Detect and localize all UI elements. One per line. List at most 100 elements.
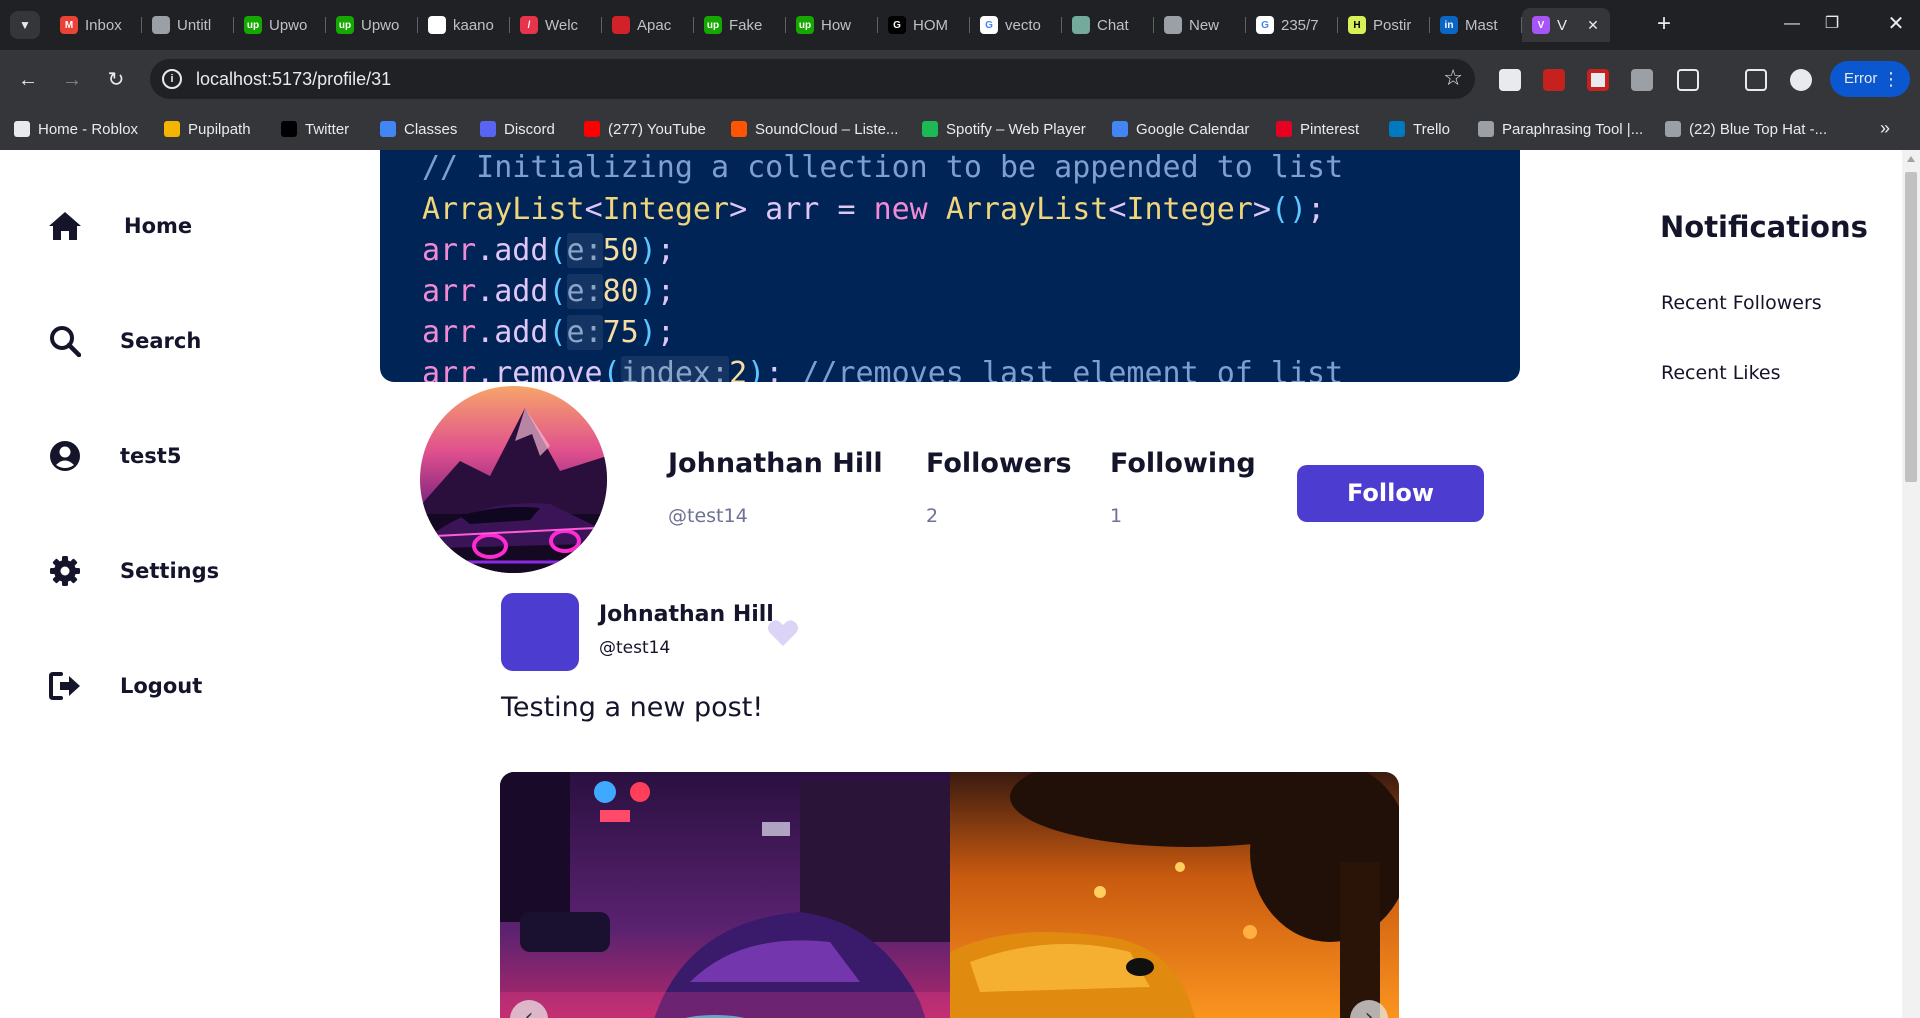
- like-heart-icon[interactable]: [767, 618, 799, 648]
- bookmark-label: (22) Blue Top Hat -...: [1689, 120, 1828, 138]
- tab-title: HOM: [913, 16, 948, 34]
- minimize-button[interactable]: —: [1772, 10, 1812, 38]
- browser-tab[interactable]: up Upwo: [326, 8, 418, 42]
- bookmark-favicon-icon: [584, 121, 600, 137]
- sidebar-item-profile[interactable]: test5: [48, 436, 181, 476]
- browser-tab[interactable]: M Inbox: [50, 8, 142, 42]
- bookmark-label: (277) YouTube: [608, 120, 706, 138]
- back-icon[interactable]: ←: [14, 66, 42, 94]
- chrome-icon: [1164, 16, 1182, 34]
- bookmark-favicon-icon: [1665, 121, 1681, 137]
- sidebar-item-label: test5: [120, 444, 182, 468]
- bookmark-item[interactable]: Home - Roblox: [14, 118, 138, 140]
- browser-tab[interactable]: up Fake: [694, 8, 786, 42]
- tab-title: kaano: [453, 16, 494, 34]
- followers-label[interactable]: Followers: [926, 448, 1072, 479]
- browser-tab-strip: ▼ M Inbox Untitl up Upwo up Upwo kaano / Welc Apac…: [0, 0, 1920, 50]
- bookmark-item[interactable]: SoundCloud – Liste...: [731, 118, 898, 140]
- browser-tab[interactable]: G 235/7: [1246, 8, 1338, 42]
- bookmark-item[interactable]: Discord: [480, 118, 555, 140]
- bookmark-item[interactable]: Trello: [1389, 118, 1450, 140]
- sidebar-item-settings[interactable]: Settings: [48, 551, 219, 591]
- url-text[interactable]: localhost:5173/profile/31: [196, 69, 391, 90]
- browser-tab[interactable]: Gvecto: [970, 8, 1062, 42]
- browser-tab[interactable]: Untitl: [142, 8, 234, 42]
- profile-avatar-icon[interactable]: [1790, 69, 1812, 91]
- bookmark-item[interactable]: Pinterest: [1276, 118, 1359, 140]
- page-scrollbar[interactable]: [1902, 150, 1920, 1018]
- sidebar-item-search[interactable]: Search: [48, 321, 201, 361]
- browser-tab[interactable]: New: [1154, 8, 1246, 42]
- recent-likes-link[interactable]: Recent Likes: [1661, 362, 1780, 384]
- profile-name: Johnathan Hill: [668, 448, 883, 479]
- upwork-icon: up: [704, 16, 722, 34]
- bookmark-label: Pinterest: [1300, 120, 1360, 138]
- site-info-icon[interactable]: i: [162, 69, 182, 89]
- bookmark-label: Home - Roblox: [38, 120, 139, 138]
- tab-search-button[interactable]: ▼: [10, 11, 40, 39]
- code-line: arr.remove(index:2); //removes last elem…: [422, 356, 1343, 382]
- extension-icon[interactable]: [1631, 69, 1653, 91]
- notifications-title: Notifications: [1660, 210, 1868, 244]
- follow-button[interactable]: Follow: [1297, 465, 1484, 522]
- tab-list: M Inbox Untitl up Upwo up Upwo kaano / Welc Apac up…: [50, 8, 1610, 42]
- slash-icon: /: [520, 16, 538, 34]
- browser-tab[interactable]: Apac: [602, 8, 694, 42]
- bookmark-item[interactable]: Twitter: [281, 118, 349, 140]
- profile-handle: @test14: [668, 505, 748, 527]
- tab-title: Postir: [1373, 16, 1412, 34]
- browser-tab[interactable]: up Upwo: [234, 8, 326, 42]
- bookmark-favicon-icon: [281, 121, 297, 137]
- bookmark-star-icon[interactable]: ☆: [1443, 65, 1463, 91]
- scroll-up-icon[interactable]: [1907, 156, 1915, 162]
- bookmark-favicon-icon: [14, 121, 30, 137]
- more-bookmarks-icon[interactable]: »: [1880, 118, 1890, 139]
- extensions-puzzle-icon[interactable]: [1677, 69, 1699, 91]
- bookmark-item[interactable]: Pupilpath: [164, 118, 251, 140]
- restore-button[interactable]: ❐: [1812, 10, 1852, 38]
- post-author-handle: @test14: [599, 638, 671, 658]
- bookmark-label: Paraphrasing Tool |...: [1502, 120, 1644, 138]
- bookmark-item[interactable]: (22) Blue Top Hat -...: [1665, 118, 1827, 140]
- browser-tab[interactable]: in Mast: [1430, 8, 1522, 42]
- profile-error-button[interactable]: Error ⋮: [1830, 61, 1910, 97]
- code-line: arr.add(e:75);: [422, 315, 675, 350]
- browser-tab[interactable]: kaano: [418, 8, 510, 42]
- recent-followers-link[interactable]: Recent Followers: [1661, 292, 1822, 314]
- bookmark-item[interactable]: Google Calendar: [1112, 118, 1249, 140]
- bookmark-item[interactable]: Classes: [380, 118, 457, 140]
- chatgpt-icon: [1072, 16, 1090, 34]
- reload-icon[interactable]: ↻: [102, 66, 130, 94]
- bookmark-item[interactable]: (277) YouTube: [584, 118, 706, 140]
- scrollbar-thumb[interactable]: [1905, 172, 1917, 482]
- tab-title: Chat: [1097, 16, 1129, 34]
- sidebar-item-home[interactable]: Home: [48, 206, 192, 246]
- bookmark-item[interactable]: Spotify – Web Player: [922, 118, 1086, 140]
- extension-icon[interactable]: [1543, 69, 1565, 91]
- tab-title: Inbox: [85, 16, 122, 34]
- bookmark-item[interactable]: Paraphrasing Tool |...: [1478, 118, 1643, 140]
- new-tab-button[interactable]: +: [1650, 10, 1678, 38]
- browser-tab[interactable]: Chat: [1062, 8, 1154, 42]
- bookmark-favicon-icon: [164, 121, 180, 137]
- browser-tab[interactable]: V V ✕: [1522, 8, 1610, 42]
- close-window-button[interactable]: ✕: [1876, 10, 1916, 38]
- browser-tab[interactable]: / Welc: [510, 8, 602, 42]
- extension-icon[interactable]: [1587, 69, 1609, 91]
- globe-icon: [152, 16, 170, 34]
- extension-icon[interactable]: [1499, 69, 1521, 91]
- address-bar[interactable]: i localhost:5173/profile/31 ☆: [150, 59, 1475, 99]
- browser-tab[interactable]: up How: [786, 8, 878, 42]
- bookmarks-bar: » Home - Roblox Pupilpath Twitter Classes Di…: [0, 108, 1920, 150]
- bookmark-label: Twitter: [305, 120, 350, 138]
- side-panel-icon[interactable]: [1745, 69, 1767, 91]
- forward-icon[interactable]: →: [58, 66, 86, 94]
- browser-tab[interactable]: G HOM: [878, 8, 970, 42]
- browser-tab[interactable]: H Postir: [1338, 8, 1430, 42]
- bookmark-label: Classes: [404, 120, 458, 138]
- close-tab-icon[interactable]: ✕: [1584, 16, 1602, 34]
- sidebar-item-logout[interactable]: Logout: [48, 666, 202, 706]
- upwork-icon: up: [796, 16, 814, 34]
- following-label[interactable]: Following: [1110, 448, 1256, 479]
- tab-title: New: [1189, 16, 1220, 34]
